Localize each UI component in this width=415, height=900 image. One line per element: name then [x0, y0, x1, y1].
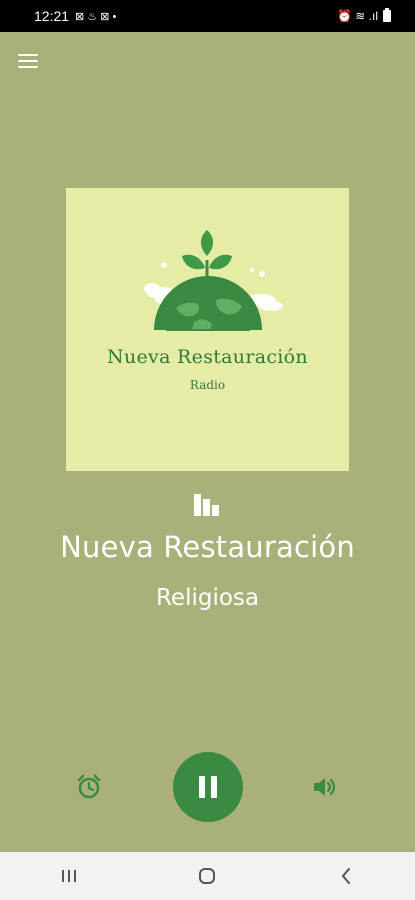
- status-left: 12:21 ⊠ ♨ ⊠ •: [34, 8, 116, 24]
- alarm-clock-icon[interactable]: [76, 774, 102, 800]
- recent-apps-icon[interactable]: [49, 861, 89, 891]
- battery-icon: [383, 8, 391, 22]
- system-icons: ⏰ ≋ .ıl: [337, 9, 378, 23]
- hamburger-menu-icon[interactable]: [18, 52, 40, 70]
- logo-title: Nueva Restauración: [107, 346, 308, 368]
- menu-line: [18, 60, 38, 62]
- home-icon[interactable]: [187, 861, 227, 891]
- status-right: ⏰ ≋ .ıl: [337, 8, 391, 23]
- station-artwork: Nueva Restauración Radio: [66, 188, 349, 471]
- status-time: 12:21: [34, 8, 70, 24]
- menu-line: [18, 54, 38, 56]
- station-genre: Religiosa: [155, 585, 260, 611]
- pause-button[interactable]: [173, 752, 243, 822]
- station-name: Nueva Restauración: [60, 530, 355, 564]
- volume-icon[interactable]: [312, 775, 338, 799]
- logo-globe-icon: [144, 230, 283, 331]
- equalizer-icon: [194, 494, 219, 516]
- system-navigation-bar: [0, 852, 415, 900]
- back-icon[interactable]: [326, 861, 366, 891]
- notification-icons: ⊠ ♨ ⊠ •: [75, 10, 117, 23]
- status-bar: 12:21 ⊠ ♨ ⊠ • ⏰ ≋ .ıl: [0, 0, 415, 32]
- pause-icon: [199, 776, 205, 798]
- pause-icon: [211, 776, 217, 798]
- menu-line: [18, 66, 38, 68]
- logo-subtitle: Radio: [189, 378, 226, 392]
